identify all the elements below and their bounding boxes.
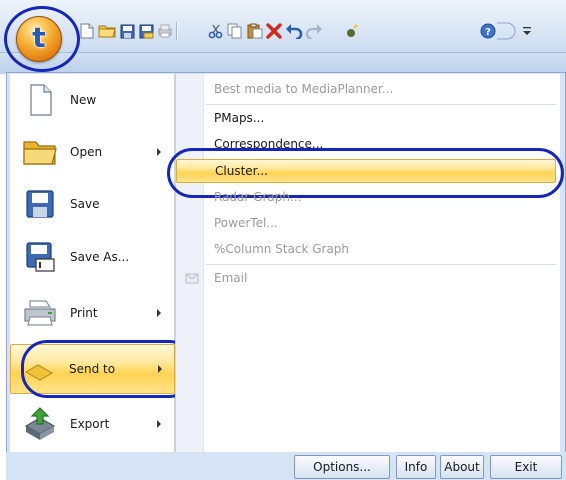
menu-item-save[interactable]: Save: [10, 178, 175, 230]
send-icon: [25, 364, 53, 381]
submenu-item-label: PMaps...: [214, 111, 265, 125]
submenu-separator: [206, 104, 556, 105]
save-as-icon: [26, 242, 55, 272]
email-icon: [185, 273, 199, 284]
menu-item-print-label: Print: [70, 306, 98, 320]
submenu-item-email[interactable]: Email: [206, 266, 556, 290]
submenu-item-column-stack-graph[interactable]: %Column Stack Graph: [206, 237, 556, 261]
save-icon[interactable]: [118, 22, 136, 40]
submenu-arrow-icon: [157, 420, 161, 428]
svg-text:?: ?: [485, 27, 491, 38]
submenu-item-label: PowerTel...: [214, 216, 278, 230]
menu-item-open-label: Open: [70, 145, 103, 159]
save-as-icon[interactable]: [137, 22, 155, 40]
info-button[interactable]: Info: [396, 455, 436, 479]
help-button-frame: [497, 22, 517, 40]
open-folder-icon: [23, 141, 57, 165]
menu-item-new-label: New: [70, 93, 97, 107]
save-icon: [26, 190, 54, 218]
new-file-icon[interactable]: [78, 22, 96, 40]
menu-item-save-as[interactable]: Save As...: [10, 231, 175, 283]
send-to-submenu: [175, 74, 560, 452]
menu-item-save-as-label: Save As...: [70, 250, 130, 264]
menu-item-export-label: Export: [70, 417, 110, 431]
submenu-item-radar-graph[interactable]: Radar Graph...: [206, 185, 556, 209]
submenu-arrow-icon: [157, 309, 161, 317]
submenu-separator: [206, 264, 556, 265]
submenu-item-label: %Column Stack Graph: [214, 242, 350, 256]
cut-icon[interactable]: [207, 22, 225, 40]
submenu-item-label: Radar Graph...: [214, 190, 302, 204]
submenu-item-best-media[interactable]: Best media to MediaPlanner...: [206, 77, 556, 101]
new-document-icon: [30, 84, 52, 116]
customize-icon[interactable]: [518, 22, 536, 40]
help-icon[interactable]: ?: [479, 22, 497, 40]
submenu-item-pmaps[interactable]: PMaps...: [206, 106, 556, 130]
redo-icon[interactable]: [305, 22, 323, 40]
menu-item-export[interactable]: Export: [10, 398, 175, 450]
copy-icon[interactable]: [226, 22, 244, 40]
ribbon-band: [0, 52, 566, 74]
export-icon: [24, 407, 56, 440]
options-button[interactable]: Options...: [294, 455, 390, 479]
submenu-item-label: Email: [214, 271, 248, 285]
toolbar-separator-highlight: [177, 22, 178, 40]
orb-annotation-ring: [4, 6, 80, 72]
submenu-arrow-icon: [157, 148, 161, 156]
exit-button[interactable]: Exit: [490, 455, 562, 479]
about-button[interactable]: About: [440, 455, 484, 479]
print-icon[interactable]: [156, 22, 174, 40]
submenu-item-label: Best media to MediaPlanner...: [214, 82, 394, 96]
menu-item-save-label: Save: [70, 197, 100, 211]
submenu-icon-strip: [176, 74, 204, 452]
submenu-item-powertel[interactable]: PowerTel...: [206, 211, 556, 235]
delete-icon[interactable]: [265, 22, 283, 40]
printer-icon: [24, 300, 56, 326]
open-folder-icon[interactable]: [98, 22, 116, 40]
menu-item-open[interactable]: Open: [10, 126, 175, 178]
paste-icon[interactable]: [246, 22, 264, 40]
menu-item-print[interactable]: Print: [10, 287, 175, 339]
undo-icon[interactable]: [285, 22, 303, 40]
run-icon[interactable]: [343, 22, 361, 40]
menu-item-new[interactable]: New: [10, 74, 175, 126]
